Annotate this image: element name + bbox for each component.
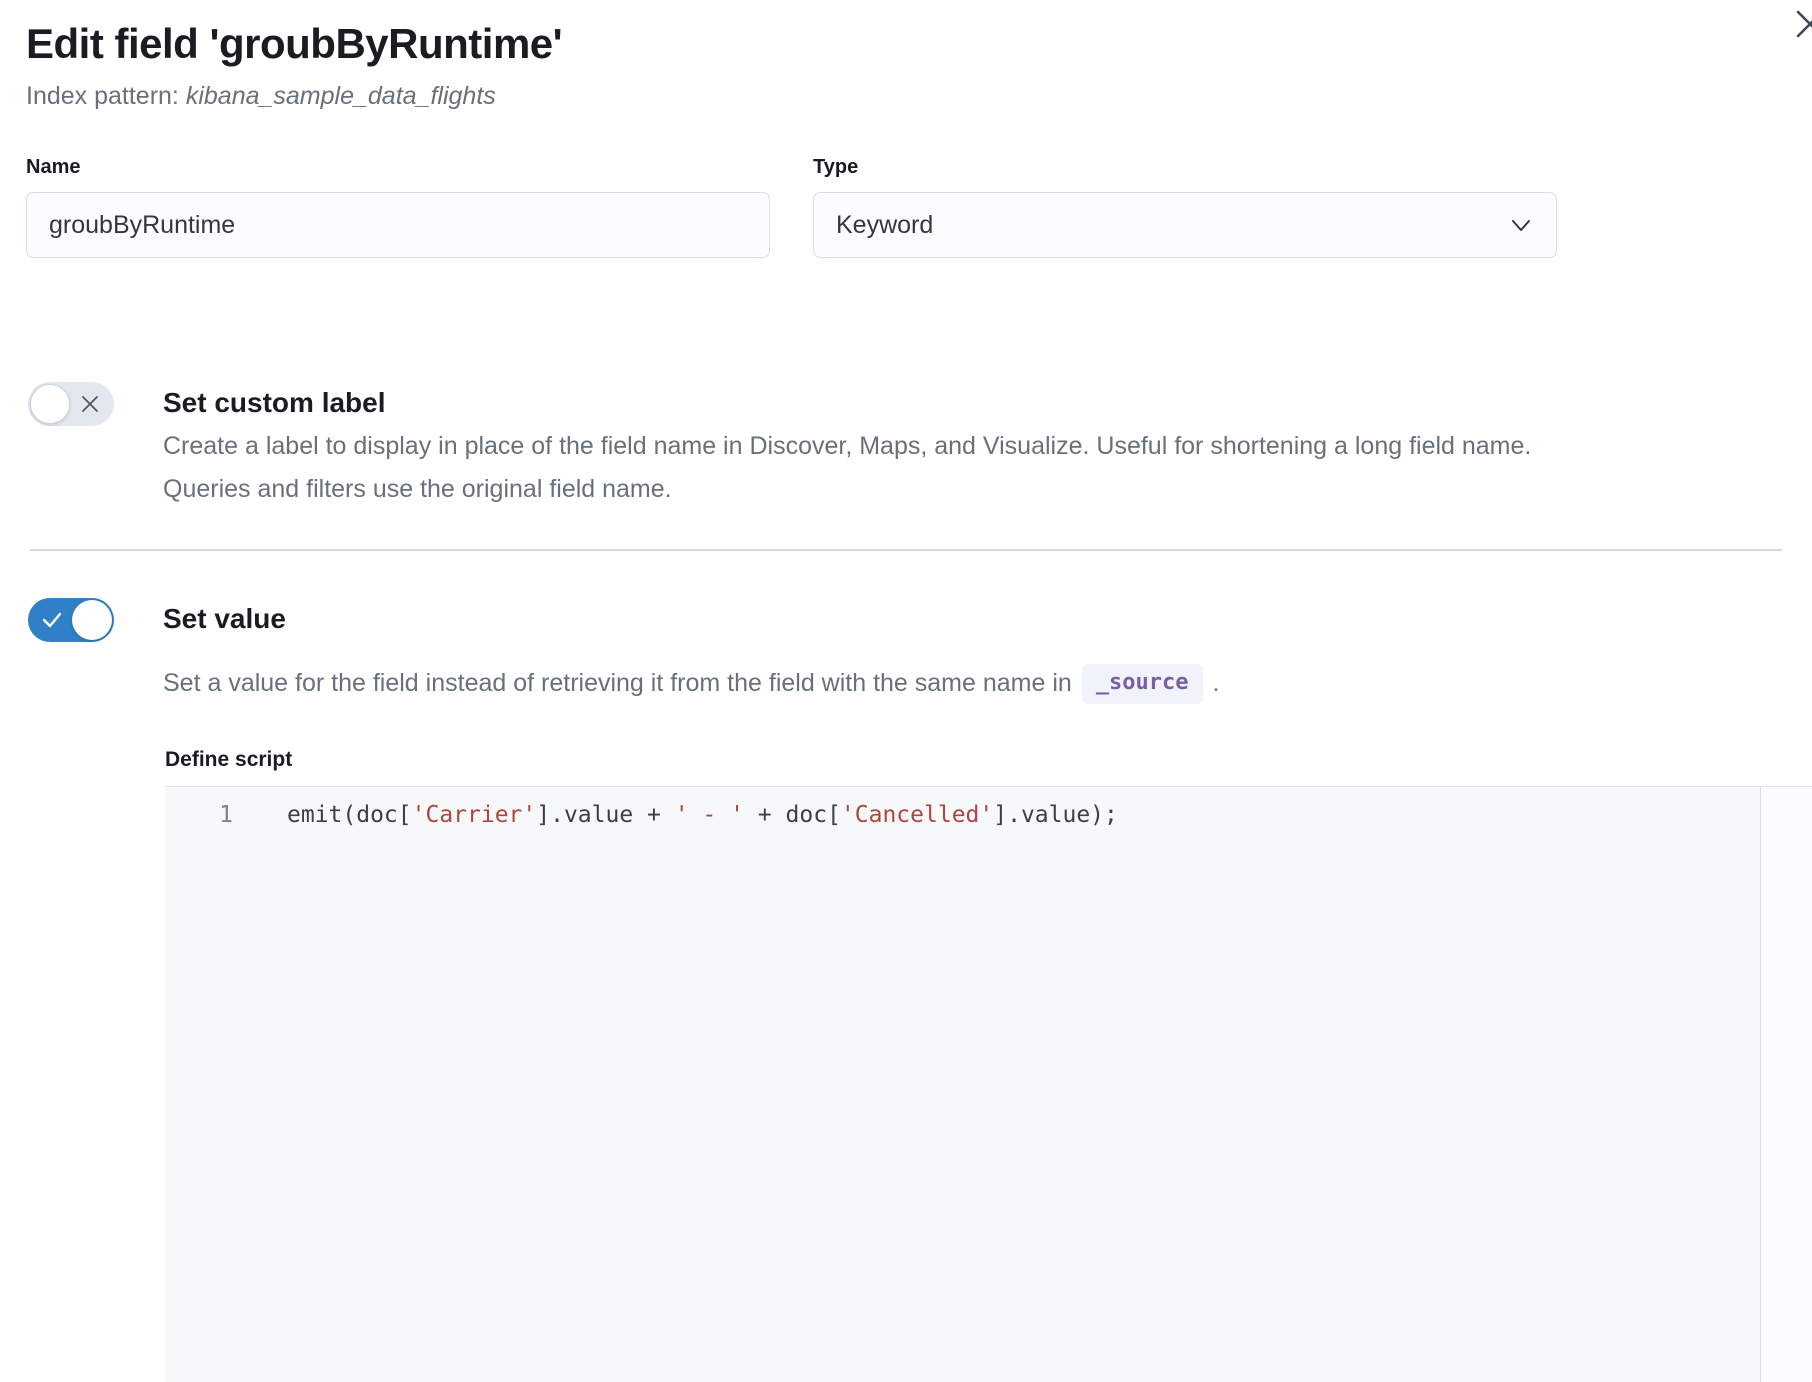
section-divider	[30, 549, 1782, 551]
page-title: Edit field 'groubByRuntime'	[26, 20, 562, 68]
set-value-heading[interactable]: Set value	[163, 603, 286, 635]
custom-label-description-line1: Create a label to display in place of th…	[163, 425, 1531, 468]
toggle-knob	[72, 600, 112, 640]
type-select[interactable]: Keyword	[813, 192, 1557, 258]
index-pattern-name: kibana_sample_data_flights	[186, 82, 496, 110]
custom-label-toggle[interactable]	[28, 382, 114, 426]
index-pattern-subtitle: Index pattern: kibana_sample_data_flight…	[26, 82, 496, 111]
chevron-down-icon	[1508, 212, 1534, 238]
toggle-knob	[30, 384, 70, 424]
set-value-toggle[interactable]	[28, 598, 114, 642]
custom-label-description: Create a label to display in place of th…	[163, 425, 1531, 511]
set-value-description-text: Set a value for the field instead of ret…	[163, 662, 1072, 705]
subtitle-prefix: Index pattern:	[26, 82, 186, 110]
close-icon	[1790, 4, 1812, 44]
set-value-description-period: .	[1213, 662, 1220, 705]
code-line[interactable]: 1 emit(doc['Carrier'].value + ' - ' + do…	[165, 798, 1760, 832]
x-mark-icon	[79, 393, 101, 415]
custom-label-heading[interactable]: Set custom label	[163, 387, 386, 419]
close-flyout-button[interactable]	[1790, 4, 1812, 44]
code-content[interactable]: emit(doc['Carrier'].value + ' - ' + doc[…	[287, 798, 1118, 832]
type-select-value: Keyword	[836, 211, 933, 240]
name-field-container	[26, 192, 770, 258]
source-code-badge: _source	[1082, 664, 1203, 704]
custom-label-description-line2: Queries and filters use the original fie…	[163, 468, 1531, 511]
define-script-label: Define script	[165, 748, 292, 772]
editor-overview-gutter	[1761, 787, 1812, 1382]
line-number: 1	[165, 798, 233, 832]
type-field-label: Type	[813, 156, 858, 179]
name-input[interactable]	[49, 193, 747, 257]
set-value-description: Set a value for the field instead of ret…	[163, 662, 1219, 705]
check-mark-icon	[40, 608, 64, 632]
script-code-editor[interactable]: 1 emit(doc['Carrier'].value + ' - ' + do…	[165, 786, 1812, 1382]
name-field-label: Name	[26, 156, 80, 179]
